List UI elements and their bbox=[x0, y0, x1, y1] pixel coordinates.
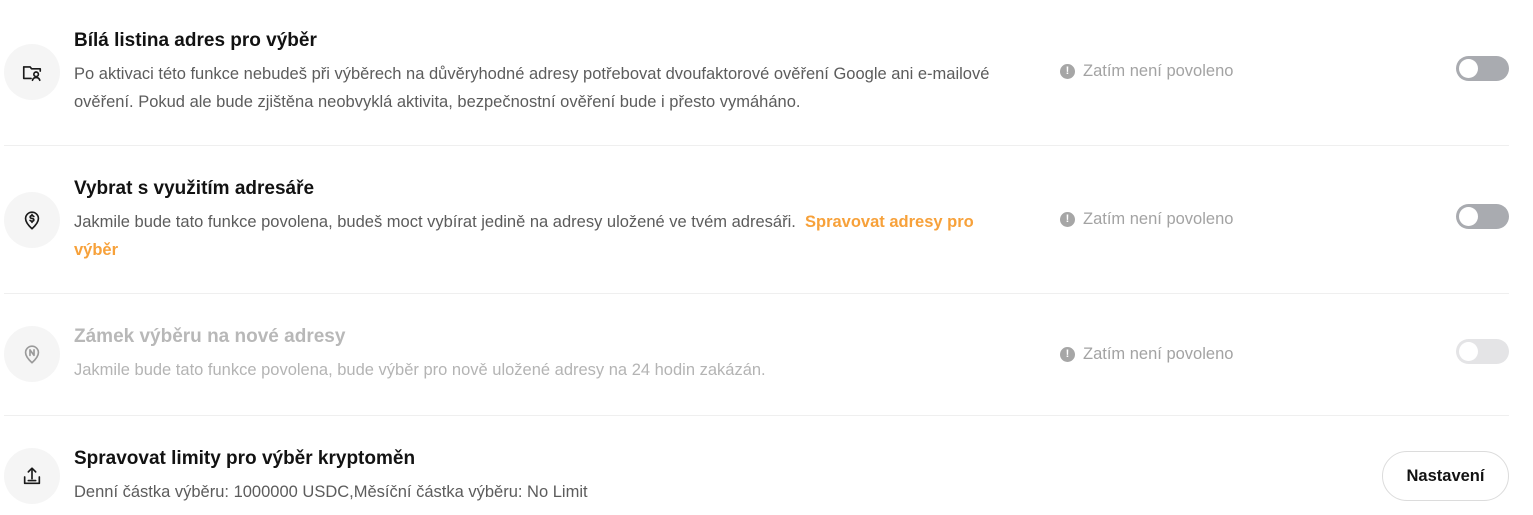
address-whitelist-toggle[interactable] bbox=[1456, 56, 1509, 81]
status-text: Zatím není povoleno bbox=[1083, 210, 1234, 228]
status-label: ! Zatím není povoleno bbox=[1060, 345, 1233, 364]
setting-row-address-book: Vybrat s využitím adresáře Jakmile bude … bbox=[4, 146, 1509, 294]
setting-row-withdrawal-limits: Spravovat limity pro výběr kryptoměn Den… bbox=[4, 416, 1509, 515]
toggle-knob bbox=[1459, 342, 1478, 361]
setting-description: Denní částka výběru: 1000000 USDC,Měsíčn… bbox=[74, 483, 588, 501]
location-dollar-icon bbox=[4, 192, 60, 248]
status-text: Zatím není povoleno bbox=[1083, 345, 1234, 363]
address-book-toggle[interactable] bbox=[1456, 204, 1509, 229]
setting-row-address-whitelist: Bílá listina adres pro výběr Po aktivaci… bbox=[4, 0, 1509, 146]
setting-row-new-address-lock: Zámek výběru na nové adresy Jakmile bude… bbox=[4, 294, 1509, 415]
status-label: ! Zatím není povoleno bbox=[1060, 210, 1233, 229]
setting-description: Po aktivaci této funkce nebudeš při výbě… bbox=[74, 65, 990, 111]
exclamation-icon: ! bbox=[1060, 212, 1075, 227]
toggle-knob bbox=[1459, 59, 1478, 78]
status-text: Zatím není povoleno bbox=[1083, 62, 1234, 80]
status-label: ! Zatím není povoleno bbox=[1060, 62, 1233, 81]
setting-title: Spravovat limity pro výběr kryptoměn bbox=[74, 448, 416, 469]
setting-title: Bílá listina adres pro výběr bbox=[74, 30, 317, 51]
upload-tray-icon bbox=[4, 448, 60, 504]
setting-title: Vybrat s využitím adresáře bbox=[74, 178, 315, 199]
setting-title: Zámek výběru na nové adresy bbox=[74, 326, 346, 347]
settings-button[interactable]: Nastavení bbox=[1382, 451, 1509, 501]
description-text: Jakmile bude tato funkce povolena, budeš… bbox=[74, 213, 796, 231]
setting-description: Jakmile bude tato funkce povolena, budeš… bbox=[74, 208, 1004, 264]
new-address-lock-toggle[interactable] bbox=[1456, 339, 1509, 364]
address-whitelist-icon bbox=[4, 44, 60, 100]
exclamation-icon: ! bbox=[1060, 64, 1075, 79]
setting-description: Jakmile bude tato funkce povolena, bude … bbox=[74, 361, 766, 379]
location-new-icon bbox=[4, 326, 60, 382]
toggle-knob bbox=[1459, 207, 1478, 226]
exclamation-icon: ! bbox=[1060, 347, 1075, 362]
